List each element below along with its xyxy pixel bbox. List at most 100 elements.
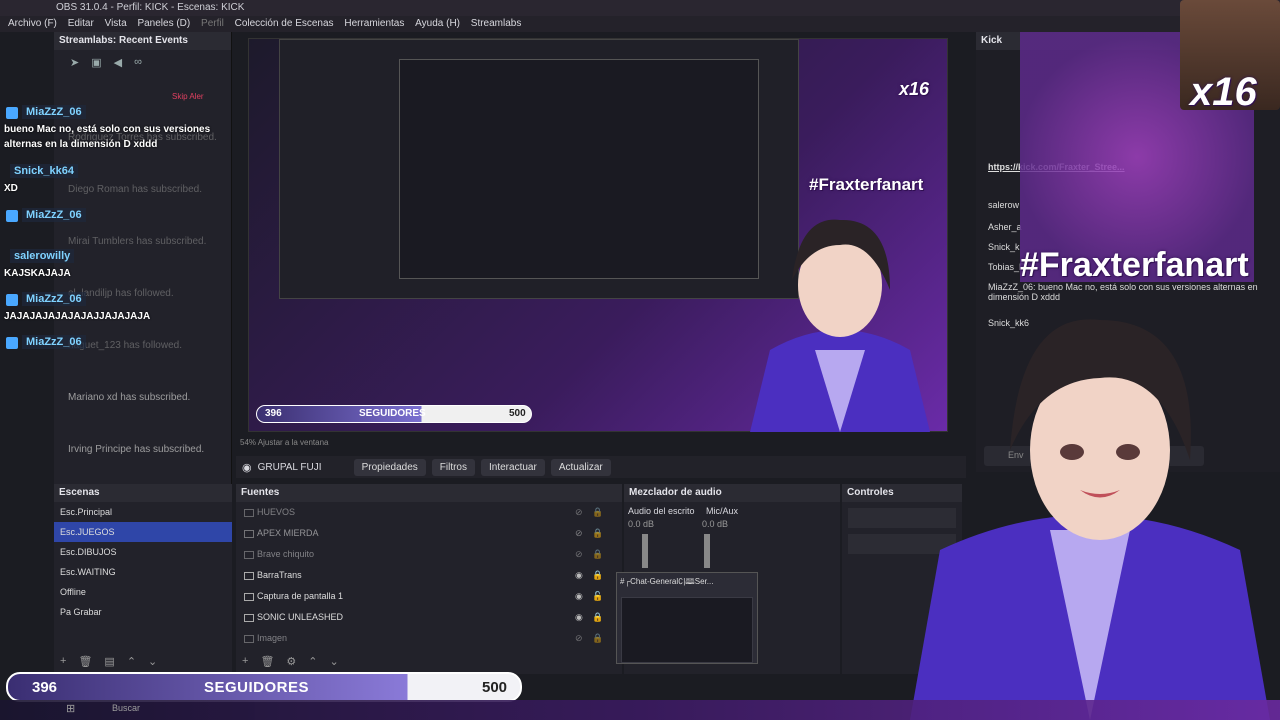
menu-vista[interactable]: Vista <box>105 16 127 32</box>
source-item[interactable]: APEX MIERDA ⊘ 🔒 <box>236 523 622 544</box>
x16-label: x16 <box>899 79 930 99</box>
discord-thumbnail <box>621 597 753 663</box>
preview-bar-right: 500 <box>509 408 526 419</box>
menu-archivo[interactable]: Archivo (F) <box>8 16 57 32</box>
filter-icon[interactable]: ▤ <box>104 655 114 668</box>
down-icon[interactable]: ⌄ <box>330 655 339 668</box>
lock-icon[interactable]: 🔒 <box>592 523 603 544</box>
menu-streamlabs[interactable]: Streamlabs <box>471 16 522 32</box>
fanart-tag-big: #Fraxterfanart <box>1020 246 1249 284</box>
source-item[interactable]: Imagen ⊘ 🔒 <box>236 628 622 649</box>
up-icon[interactable]: ⌃ <box>308 655 317 668</box>
menu-ayuda[interactable]: Ayuda (H) <box>415 16 460 32</box>
scene-item[interactable]: Esc.DIBUJOS <box>54 542 232 562</box>
fanart-tag: #Fraxterfanart <box>809 175 924 194</box>
lock-icon[interactable]: 🔒 <box>592 502 603 523</box>
chat-message: XD <box>4 183 18 194</box>
source-icon <box>244 550 254 559</box>
recent-events-title: Streamlabs: Recent Events <box>54 32 231 50</box>
down-icon[interactable]: ⌄ <box>148 655 157 668</box>
volume-slider-mic[interactable] <box>704 534 710 568</box>
menu-paneles[interactable]: Paneles (D) <box>137 16 190 32</box>
chat-line: salerow <box>988 200 1020 210</box>
filters-button[interactable]: Filtros <box>431 458 475 476</box>
group-icon: ◉ <box>242 461 252 474</box>
megaphone-icon[interactable]: ◀ <box>114 56 122 69</box>
mixer-db-mic: 0.0 dB <box>702 519 729 529</box>
properties-button[interactable]: Propiedades <box>353 458 426 476</box>
sources-title: Fuentes <box>236 484 622 502</box>
scenes-title: Escenas <box>54 484 232 502</box>
mixer-db-desktop: 0.0 dB <box>628 519 655 529</box>
eye-icon[interactable]: ◉ <box>575 565 583 586</box>
taskbar-search[interactable]: Buscar <box>112 703 140 713</box>
menu-editar[interactable]: Editar <box>68 16 94 32</box>
scene-item[interactable]: Pa Grabar <box>54 602 232 622</box>
refresh-button[interactable]: Actualizar <box>550 458 611 476</box>
source-item[interactable]: HUEVOS ⊘ 🔒 <box>236 502 622 523</box>
trash-icon[interactable]: 🗑 <box>78 655 92 668</box>
user-icon <box>6 337 18 349</box>
lock-icon[interactable]: 🔓 <box>592 586 603 607</box>
source-item[interactable]: BarraTrans ◉ 🔒 <box>236 565 622 586</box>
user-icon <box>6 107 18 119</box>
mixer-title: Mezclador de audio <box>624 484 840 502</box>
menu-herramientas[interactable]: Herramientas <box>344 16 404 32</box>
preview-bar-left: 396 <box>265 408 282 419</box>
scene-item[interactable]: Esc.Principal <box>54 502 232 522</box>
chat-username: Snick_kk64 <box>10 164 78 178</box>
add-icon[interactable]: + <box>60 655 66 667</box>
chat-message: bueno Mac no, está solo con sus versione… <box>4 124 211 150</box>
source-item[interactable]: Captura de pantalla 1 ◉ 🔓 <box>236 586 622 607</box>
scene-item[interactable]: Offline <box>54 582 232 602</box>
lock-icon[interactable]: 🔒 <box>592 607 603 628</box>
eye-icon[interactable]: ◉ <box>575 607 583 628</box>
source-icon <box>244 571 254 580</box>
interact-button[interactable]: Interactuar <box>481 458 545 476</box>
volume-slider-desktop[interactable] <box>642 534 648 568</box>
preview-follower-bar: 396 SEGUIDORES 500 <box>256 405 532 423</box>
follower-label: SEGUIDORES <box>204 679 310 696</box>
source-item[interactable]: SONIC UNLEASHED ◉ 🔒 <box>236 607 622 628</box>
zoom-label[interactable]: 54% Ajustar a la ventana <box>240 438 329 447</box>
gift-icon[interactable]: ▣ <box>91 56 101 69</box>
eye-icon[interactable]: ⊘ <box>575 544 583 565</box>
source-icon <box>244 529 254 538</box>
menu-coleccion[interactable]: Colección de Escenas <box>235 16 334 32</box>
discord-popup[interactable]: #┌Chat-General∁|🕮Ser... <box>616 572 758 664</box>
group-label: GRUPAL FUJI <box>257 461 322 473</box>
source-icon <box>244 508 254 517</box>
source-icon <box>244 634 254 643</box>
chat-username: MiaZzZ_06 <box>22 105 86 119</box>
follower-goal-bar: 396 SEGUIDORES 500 <box>6 672 522 702</box>
user-icon <box>6 210 18 222</box>
event-item: Mariano xd has subscribed. <box>68 392 191 403</box>
windows-start-icon[interactable]: ⊞ <box>66 702 75 715</box>
sources-toolbar: + 🗑 ⚙ ⌃ ⌄ <box>236 652 339 670</box>
chat-username: MiaZzZ_06 <box>22 292 86 306</box>
preview-bar-mid: SEGUIDORES <box>359 408 426 419</box>
gear-icon[interactable]: ⚙ <box>286 655 296 668</box>
lock-icon[interactable]: 🔒 <box>592 565 603 586</box>
add-icon[interactable]: + <box>242 655 248 667</box>
eye-icon[interactable]: ◉ <box>575 586 583 607</box>
trash-icon[interactable]: 🗑 <box>260 655 274 668</box>
follower-goal: 500 <box>482 679 508 696</box>
up-icon[interactable]: ⌃ <box>127 655 136 668</box>
lock-icon[interactable]: 🔒 <box>592 544 603 565</box>
window-title: OBS 31.0.4 - Perfil: KICK - Escenas: KIC… <box>0 0 1280 16</box>
send-icon[interactable]: ➤ <box>70 56 79 69</box>
mixer-channel-mic: Mic/Aux <box>706 506 739 516</box>
scene-item-selected[interactable]: Esc.JUEGOS <box>54 522 232 542</box>
eye-icon[interactable]: ⊘ <box>575 523 583 544</box>
source-item[interactable]: Brave chiquito ⊘ 🔒 <box>236 544 622 565</box>
scene-item[interactable]: Esc.WAITING <box>54 562 232 582</box>
link-icon[interactable]: ∞ <box>134 56 142 68</box>
eye-icon[interactable]: ⊘ <box>575 502 583 523</box>
chat-username: MiaZzZ_06 <box>22 335 86 349</box>
lock-icon[interactable]: 🔒 <box>592 628 603 649</box>
user-icon <box>6 294 18 306</box>
eye-icon[interactable]: ⊘ <box>575 628 583 649</box>
menu-perfil[interactable]: Perfil <box>201 16 224 32</box>
sources-panel: Fuentes HUEVOS ⊘ 🔒 APEX MIERDA ⊘ 🔒 Brave chi… <box>236 484 622 674</box>
